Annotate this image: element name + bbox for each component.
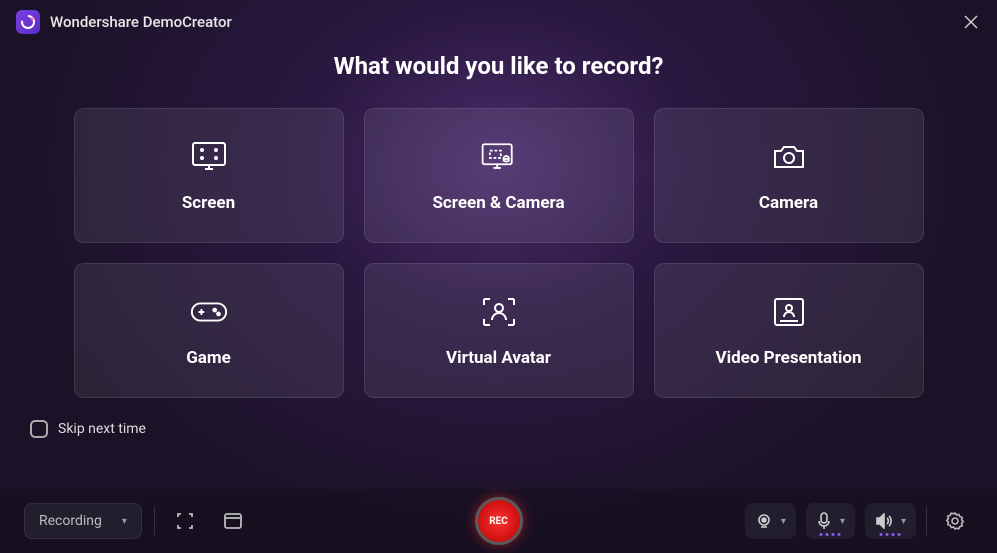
card-label: Video Presentation	[715, 348, 861, 368]
video-presentation-icon	[769, 294, 809, 330]
skip-row: Skip next time	[0, 398, 997, 438]
rec-label: REC	[489, 516, 508, 527]
bottom-toolbar: Recording ▾ REC ▾ ▾ ▾	[0, 489, 997, 553]
divider	[926, 507, 927, 535]
screen-icon	[189, 139, 229, 175]
settings-button[interactable]	[937, 503, 973, 539]
card-video-presentation[interactable]: Video Presentation	[654, 263, 924, 398]
card-screen-camera[interactable]: Screen & Camera	[364, 108, 634, 243]
speaker-control[interactable]: ▾	[865, 503, 916, 539]
close-button[interactable]	[961, 12, 981, 32]
titlebar: Wondershare DemoCreator	[0, 0, 997, 44]
camera-icon	[769, 139, 809, 175]
card-label: Camera	[759, 193, 818, 213]
mode-grid: Screen Screen & Camera Camera	[0, 108, 997, 398]
app-title: Wondershare DemoCreator	[50, 13, 232, 31]
chevron-down-icon: ▾	[781, 516, 786, 527]
page-heading: What would you like to record?	[0, 52, 997, 80]
card-label: Screen & Camera	[432, 193, 564, 213]
microphone-control[interactable]: ▾	[806, 503, 855, 539]
capture-region-button[interactable]	[167, 503, 203, 539]
titlebar-left: Wondershare DemoCreator	[16, 10, 232, 34]
card-label: Game	[186, 348, 231, 368]
game-icon	[189, 294, 229, 330]
chevron-down-icon: ▾	[122, 516, 127, 527]
card-virtual-avatar[interactable]: Virtual Avatar	[364, 263, 634, 398]
divider	[154, 507, 155, 535]
skip-checkbox[interactable]	[30, 420, 48, 438]
card-screen[interactable]: Screen	[74, 108, 344, 243]
chevron-down-icon: ▾	[840, 516, 845, 527]
chevron-down-icon: ▾	[901, 516, 906, 527]
card-camera[interactable]: Camera	[654, 108, 924, 243]
card-label: Virtual Avatar	[446, 348, 551, 368]
virtual-avatar-icon	[479, 294, 519, 330]
mode-dropdown-label: Recording	[39, 513, 102, 529]
mode-dropdown[interactable]: Recording ▾	[24, 503, 142, 539]
webcam-control[interactable]: ▾	[745, 503, 796, 539]
record-button[interactable]: REC	[475, 497, 523, 545]
right-controls: ▾ ▾ ▾	[745, 503, 973, 539]
card-label: Screen	[182, 193, 235, 213]
screen-camera-icon	[479, 139, 519, 175]
window-button[interactable]	[215, 503, 251, 539]
card-game[interactable]: Game	[74, 263, 344, 398]
skip-label: Skip next time	[58, 421, 146, 437]
app-logo	[16, 10, 40, 34]
